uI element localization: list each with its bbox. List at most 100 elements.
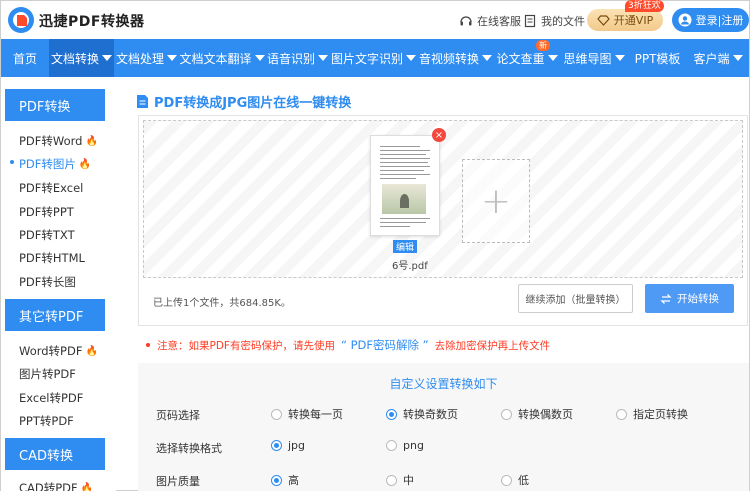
sidebar-item-label: CAD转PDF [19,481,78,491]
login-label: 登录|注册 [695,14,744,27]
sidebar-item-pdf-to-image[interactable]: PDF转图片 🔥 [19,156,91,172]
radio-png[interactable]: png [386,439,424,452]
continue-add-button[interactable]: 继续添加（批量转换） [518,284,633,313]
vip-label: 开通VIP [613,14,654,27]
sidebar-section-other-to-pdf[interactable]: 其它转PDF [5,299,105,331]
sidebar-section-pdf-convert[interactable]: PDF转换 [5,89,105,121]
radio-quality-low[interactable]: 低 [501,472,529,488]
sidebar-item-ppt-to-pdf[interactable]: PPT转PDF [19,413,74,429]
radio-circle [271,474,282,486]
sidebar-item-image-to-pdf[interactable]: 图片转PDF [19,366,76,382]
sidebar-section-cad[interactable]: CAD转换 [5,438,105,470]
nav-doc-convert[interactable]: 文档转换 [49,39,114,77]
nav-label: 文档处理 [115,51,164,66]
nav-label: PPT模板 [634,51,681,66]
radio-circle [271,408,282,420]
fire-icon: 🔥 [85,345,98,357]
add-file-box[interactable]: + [462,159,530,243]
radio-circle [386,408,397,420]
quality-select-label: 图片质量 [156,475,200,488]
page-title-text: PDF转换成JPG图片在线一键转换 [154,96,352,111]
nav-translate[interactable]: 文档文本翻译 [179,39,265,77]
pdf-thumbnail[interactable] [370,135,440,236]
conversion-settings: 自定义设置转换如下 页码选择 转换每一页 转换奇数页 转换偶数页 指定页转换 选… [138,363,749,491]
nav-label: 图片文字识别 [330,51,403,66]
nav-ocr[interactable]: 图片文字识别 [330,39,417,77]
sidebar-item-pdf-to-ppt[interactable]: PDF转PPT [19,204,74,220]
my-files-label: 我的文件 [541,15,585,28]
edit-file-button[interactable]: 编辑 [393,240,417,253]
thumbnail-photo [382,184,426,214]
nav-plagiarism[interactable]: 论文查重新 [494,39,560,77]
close-icon[interactable]: × [432,128,446,142]
password-notice: 注意：如果PDF有密码保护，请先使用 “ PDF密码解除 ” 去除加密保护再上传… [146,337,550,353]
diamond-icon [597,14,610,26]
sidebar-item-label: 图片转PDF [19,367,76,381]
radio-odd-pages[interactable]: 转换奇数页 [386,406,458,422]
radio-even-pages[interactable]: 转换偶数页 [501,406,573,422]
nav-av-convert[interactable]: 音视频转换 [417,39,494,77]
sidebar-item-pdf-to-excel[interactable]: PDF转Excel [19,180,83,196]
sidebar: PDF转换 PDF转Word 🔥 PDF转图片 🔥 PDF转Excel PDF转PP… [1,77,116,491]
radio-label: 高 [288,474,299,487]
my-files-link[interactable]: 我的文件 [523,13,585,29]
nav-label: 语音识别 [266,51,315,66]
upload-dropzone[interactable]: × 编辑 6号.pdf + [143,120,743,278]
nav-label: 文档文本翻译 [179,51,252,66]
radio-jpg[interactable]: jpg [271,439,305,452]
customer-service-link[interactable]: 在线客服 [459,13,521,29]
notice-bullet [146,343,150,347]
nav-label: 音视频转换 [418,51,479,66]
customer-service-label: 在线客服 [477,15,521,28]
sidebar-item-pdf-to-long-image[interactable]: PDF转长图 [19,274,76,290]
new-badge: 新 [536,40,550,51]
file-name: 6号.pdf [392,261,428,272]
sidebar-item-label: PDF转PPT [19,205,74,219]
fire-icon: 🔥 [85,135,98,147]
sidebar-item-pdf-to-html[interactable]: PDF转HTML [19,250,85,266]
brand-name[interactable]: 迅捷PDF转换器 [39,11,144,31]
nav-label: 文档转换 [50,51,99,66]
radio-quality-medium[interactable]: 中 [386,472,414,488]
chevron-down-icon [318,55,328,61]
page-title: PDF转换成JPG图片在线一键转换 [137,92,351,111]
chevron-down-icon [732,55,743,61]
radio-quality-high[interactable]: 高 [271,472,299,488]
radio-specified-pages[interactable]: 指定页转换 [616,406,688,422]
logo-icon[interactable] [7,6,35,34]
sidebar-item-word-to-pdf[interactable]: Word转PDF 🔥 [19,343,98,359]
sidebar-item-excel-to-pdf[interactable]: Excel转PDF [19,390,83,406]
sidebar-item-cad-to-pdf[interactable]: CAD转PDF 🔥 [19,480,93,491]
radio-circle [616,408,627,420]
login-register-button[interactable]: 登录|注册 [672,8,749,32]
nav-home[interactable]: 首页 [1,39,49,77]
chevron-down-icon [167,55,177,61]
nav-label: 首页 [12,51,37,66]
chevron-down-icon [614,55,625,61]
nav-doc-process[interactable]: 文档处理 [114,39,179,77]
nav-mindmap[interactable]: 思维导图 [560,39,628,77]
vip-button[interactable]: 开通VIP [587,9,663,31]
page-select-label: 页码选择 [156,409,200,422]
headset-icon [460,16,472,26]
pdf-unlock-link[interactable]: “ PDF密码解除 ” [341,337,429,353]
fire-icon: 🔥 [78,158,92,170]
radio-circle [386,440,397,451]
sidebar-item-pdf-to-word[interactable]: PDF转Word 🔥 [19,133,98,149]
sidebar-item-label: PDF转HTML [19,251,85,265]
doc-title-icon [137,95,148,108]
sidebar-item-pdf-to-txt[interactable]: PDF转TXT [19,227,75,243]
sidebar-item-label: Word转PDF [19,344,83,358]
nav-ppt-template[interactable]: PPT模板 [628,39,687,77]
radio-label: 中 [403,474,414,487]
radio-label: png [403,439,424,452]
start-convert-button[interactable]: 开始转换 [645,284,734,313]
radio-every-page[interactable]: 转换每一页 [271,406,343,422]
chevron-down-icon [102,55,112,61]
nav-speech[interactable]: 语音识别 [265,39,330,77]
radio-label: 指定页转换 [633,408,688,421]
notice-suffix: 去除加密保护再上传文件 [434,339,551,352]
start-convert-label: 开始转换 [677,293,719,305]
nav-client[interactable]: 客户端 [687,39,749,77]
sidebar-item-label: PDF转Word [19,134,83,148]
